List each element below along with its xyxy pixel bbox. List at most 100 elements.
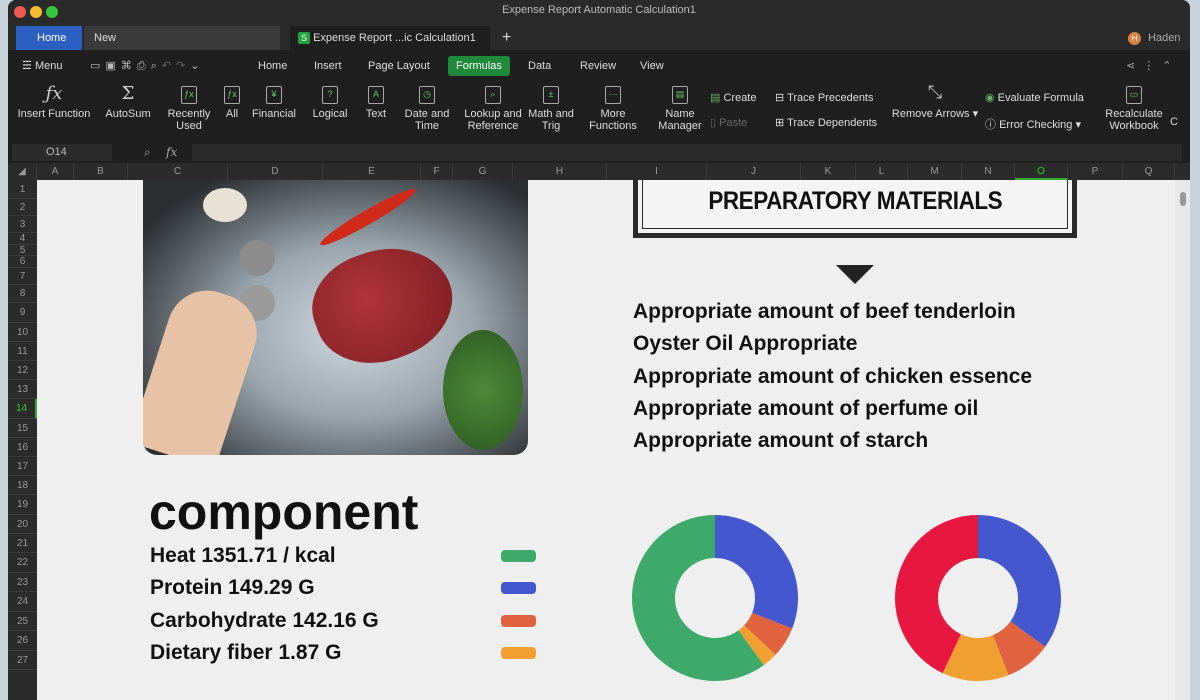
column-header-K[interactable]: K [801, 163, 856, 180]
tab-new[interactable]: New [84, 26, 280, 50]
column-header-H[interactable]: H [513, 163, 607, 180]
zoom-formula-icon[interactable]: ⌕ [144, 145, 151, 160]
menu-tab-review[interactable]: Review [572, 56, 624, 76]
user-account[interactable]: H Haden [1118, 26, 1180, 50]
menu-tab-view[interactable]: View [632, 56, 672, 76]
recalculate-workbook-button[interactable]: ▭ Recalculate Workbook [1100, 86, 1168, 132]
column-header-C[interactable]: C [128, 163, 228, 180]
row-header-9[interactable]: 9 [8, 303, 37, 323]
column-header-L[interactable]: L [856, 163, 908, 180]
tab-document[interactable]: S Expense Report ...ic Calculation1 ✕ [290, 26, 490, 68]
financial-button[interactable]: ¥ Financial [248, 86, 300, 120]
share-icon[interactable]: ⋖ [1126, 60, 1143, 72]
column-header-B[interactable]: B [74, 163, 128, 180]
menu-tab-insert[interactable]: Insert [306, 56, 350, 76]
trace-precedents-button[interactable]: ⊟ Trace Precedents [775, 91, 874, 104]
row-header-14[interactable]: 14 [8, 399, 37, 419]
menu-tab-home[interactable]: Home [250, 56, 295, 76]
row-header-24[interactable]: 24 [8, 592, 37, 612]
column-header-N[interactable]: N [962, 163, 1015, 180]
row-header-12[interactable]: 12 [8, 361, 37, 380]
row-header-21[interactable]: 21 [8, 534, 37, 553]
select-all-corner[interactable]: ◢ [8, 163, 37, 180]
column-header-M[interactable]: M [908, 163, 962, 180]
column-header-Q[interactable]: Q [1123, 163, 1175, 180]
maximize-window-button[interactable] [46, 6, 58, 18]
column-header-P[interactable]: P [1068, 163, 1123, 180]
column-header-E[interactable]: E [323, 163, 421, 180]
column-header-G[interactable]: G [453, 163, 513, 180]
menu-tab-data[interactable]: Data [520, 56, 559, 76]
row-header-27[interactable]: 27 [8, 651, 37, 670]
row-header-25[interactable]: 25 [8, 612, 37, 631]
row-header-5[interactable]: 5 [8, 245, 37, 256]
redo-icon[interactable]: ↷ [176, 60, 190, 72]
logical-button[interactable]: ? Logical [304, 86, 356, 120]
open-icon[interactable]: ▭ [90, 60, 105, 72]
create-button[interactable]: ▤ Create [710, 91, 757, 104]
row-header-3[interactable]: 3 [8, 216, 37, 233]
formula-input[interactable] [192, 144, 1182, 161]
column-header-O[interactable]: O [1015, 163, 1068, 180]
row-header-13[interactable]: 13 [8, 380, 37, 399]
column-header-D[interactable]: D [228, 163, 323, 180]
column-header-J[interactable]: J [707, 163, 801, 180]
all-functions-button[interactable]: ƒx All [218, 86, 246, 120]
paste-button[interactable]: ▯ Paste [710, 116, 747, 129]
row-header-20[interactable]: 20 [8, 515, 37, 534]
evaluate-formula-button[interactable]: ◉ Evaluate Formula [985, 91, 1084, 104]
sheet-canvas[interactable]: PREPARATORY MATERIALS Appropriate amount… [37, 180, 1175, 700]
row-header-15[interactable]: 15 [8, 419, 37, 438]
remove-arrows-button[interactable]: ⤡ Remove Arrows ▾ [890, 83, 980, 120]
error-checking-button[interactable]: ⓘ Error Checking ▾ [985, 116, 1081, 132]
math-button[interactable]: ± Math and Trig [526, 86, 576, 132]
minimize-window-button[interactable] [30, 6, 42, 18]
column-header-A[interactable]: A [37, 163, 74, 180]
name-manager-button[interactable]: ▤ Name Manager [648, 86, 712, 132]
row-header-10[interactable]: 10 [8, 323, 37, 342]
tab-home[interactable]: Home [16, 26, 82, 50]
row-header-19[interactable]: 19 [8, 495, 37, 515]
more-icon[interactable]: ⋮ [1143, 60, 1162, 72]
scroll-thumb[interactable] [1179, 192, 1186, 206]
format-painter-icon[interactable]: ⌘ [121, 60, 137, 72]
row-header-18[interactable]: 18 [8, 476, 37, 495]
row-header-4[interactable]: 4 [8, 233, 37, 245]
save-icon[interactable]: ▣ [105, 60, 120, 72]
menu-tab-formulas[interactable]: Formulas [448, 56, 510, 76]
fx-button[interactable]: ƒx Insert Function [12, 85, 96, 121]
row-header-17[interactable]: 17 [8, 457, 37, 476]
row-header-8[interactable]: 8 [8, 285, 37, 303]
recent-function-button[interactable]: ƒx Recently Used [162, 86, 216, 132]
lookup-button[interactable]: ⌕ Lookup and Reference [458, 86, 528, 132]
menu-tab-page-layout[interactable]: Page Layout [360, 56, 438, 76]
more-functions-button[interactable]: ⋯ More Functions [580, 86, 646, 132]
customize-icon[interactable]: ⌄ [190, 60, 204, 72]
row-header-7[interactable]: 7 [8, 268, 37, 285]
print-preview-icon[interactable]: ⌕ [151, 60, 162, 72]
column-header-I[interactable]: I [607, 163, 707, 180]
row-header-2[interactable]: 2 [8, 199, 37, 216]
trace-dependents-button[interactable]: ⊞ Trace Dependents [775, 116, 877, 129]
row-header-22[interactable]: 22 [8, 553, 37, 573]
close-window-button[interactable] [14, 6, 26, 18]
clock-button[interactable]: ◷ Date and Time [394, 86, 460, 132]
row-header-16[interactable]: 16 [8, 438, 37, 457]
row-header-11[interactable]: 11 [8, 342, 37, 361]
name-box[interactable]: O14 [12, 144, 112, 161]
new-tab-button[interactable]: + [492, 26, 511, 50]
undo-icon[interactable]: ↶ [162, 60, 176, 72]
calculation-options-button[interactable]: C [1170, 116, 1178, 128]
collapse-ribbon-icon[interactable]: ⌃ [1162, 60, 1179, 72]
quick-access-toolbar[interactable]: ▭▣⌘⎙⌕↶↷⌄ [82, 56, 212, 76]
sigma-button[interactable]: Σ AutoSum [100, 85, 156, 121]
print-icon[interactable]: ⎙ [137, 60, 151, 72]
main-menu-button[interactable]: ☰ Menu [14, 56, 70, 76]
row-header-1[interactable]: 1 [8, 180, 37, 199]
column-header-F[interactable]: F [421, 163, 453, 180]
row-header-6[interactable]: 6 [8, 256, 37, 268]
row-header-23[interactable]: 23 [8, 573, 37, 592]
vertical-scrollbar[interactable] [1175, 180, 1190, 700]
text-function-button[interactable]: A Text [358, 86, 394, 120]
row-header-26[interactable]: 26 [8, 631, 37, 651]
